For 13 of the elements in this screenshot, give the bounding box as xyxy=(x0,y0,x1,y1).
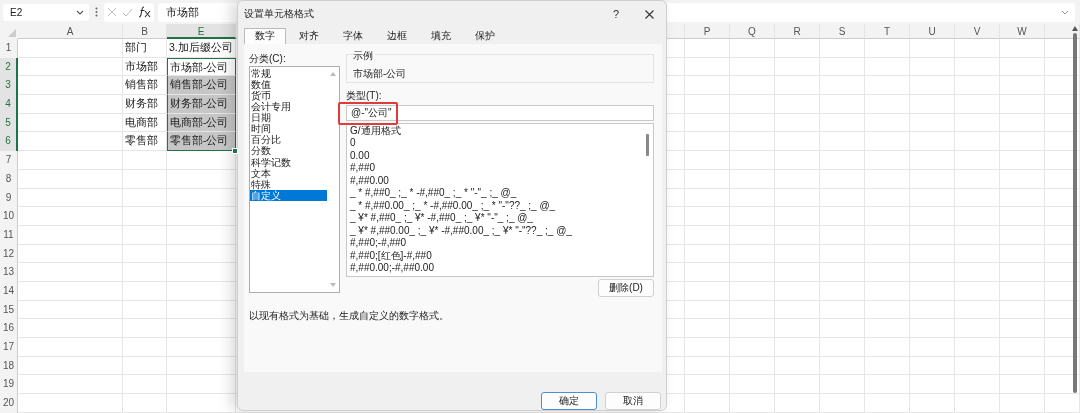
table-cell: 零售部-公司 xyxy=(167,132,236,152)
description-text: 以现有格式为基础，生成自定义的数字格式。 xyxy=(249,308,450,323)
category-label: 分类(C): xyxy=(249,51,287,65)
table-cell: 市场部-公司 xyxy=(167,57,236,77)
type-label: 类型(T): xyxy=(346,88,383,102)
sample-value: 市场部-公司 xyxy=(353,66,408,81)
sample-label: 示例 xyxy=(353,48,375,63)
dialog-title: 设置单元格格式 xyxy=(244,7,315,22)
table-cell: 销售部-公司 xyxy=(167,76,236,96)
table-cell: 3.加后缀公司 xyxy=(167,39,236,58)
table-cell: 市场部 xyxy=(123,57,167,77)
table-cell: 财务部-公司 xyxy=(167,95,236,114)
table-cell: 部门 xyxy=(123,39,167,58)
